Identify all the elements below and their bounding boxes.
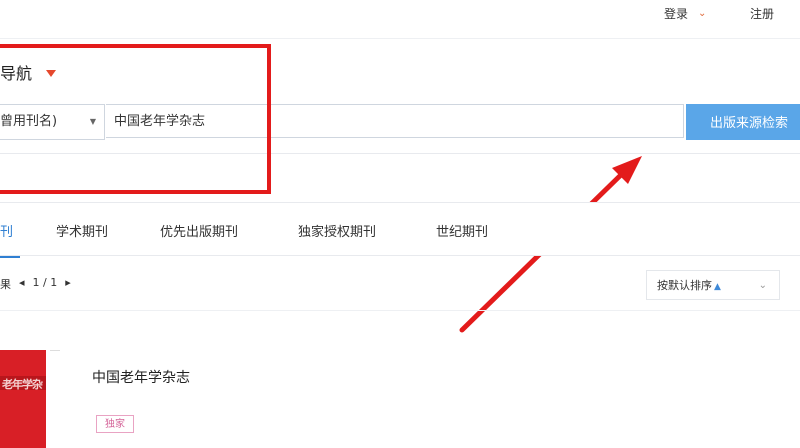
journal-tabs: 刊 学术期刊 优先出版期刊 独家授权期刊 世纪期刊 xyxy=(0,202,800,258)
prev-page-icon[interactable]: ◂ xyxy=(19,276,25,292)
sort-icon: ▲ xyxy=(714,282,721,292)
register-link[interactable]: 注册 xyxy=(750,5,774,22)
login-label[interactable]: 登录 xyxy=(664,5,688,22)
tab-all[interactable]: 刊 xyxy=(0,221,21,258)
chevron-down-icon[interactable]: ⌄ xyxy=(759,271,767,301)
search-button[interactable]: 出版来源检索 xyxy=(686,104,800,140)
divider xyxy=(50,350,60,351)
journal-cover[interactable]: 老年学杂 xyxy=(0,350,46,448)
tab-exclusive[interactable]: 独家授权期刊 xyxy=(298,221,376,240)
next-page-icon[interactable]: ▸ xyxy=(65,276,71,292)
sort-select[interactable]: 按默认排序 ▲ ⌄ xyxy=(646,270,780,300)
divider xyxy=(0,310,800,311)
chevron-down-icon[interactable]: ⌄ xyxy=(698,8,706,19)
cover-text: 老年学杂 xyxy=(2,378,43,391)
result-title[interactable]: 中国老年学杂志 xyxy=(92,367,190,387)
tab-academic[interactable]: 学术期刊 xyxy=(56,221,108,240)
login-menu[interactable]: 登录 ⌄ xyxy=(664,5,706,22)
page-indicator: 1 / 1 xyxy=(32,276,58,289)
top-bar: 登录 ⌄ 注册 xyxy=(0,0,800,39)
result-count-label: 果 xyxy=(0,278,11,291)
tab-priority[interactable]: 优先出版期刊 xyxy=(160,221,238,240)
sort-label: 按默认排序 xyxy=(657,279,712,292)
status-badge: 独家 xyxy=(96,415,134,433)
pager: 果 ◂ 1 / 1 ▸ xyxy=(0,276,71,292)
annotation-highlight-box xyxy=(0,44,271,194)
annotation-arrow-head xyxy=(612,156,642,184)
tab-century[interactable]: 世纪期刊 xyxy=(436,221,488,240)
